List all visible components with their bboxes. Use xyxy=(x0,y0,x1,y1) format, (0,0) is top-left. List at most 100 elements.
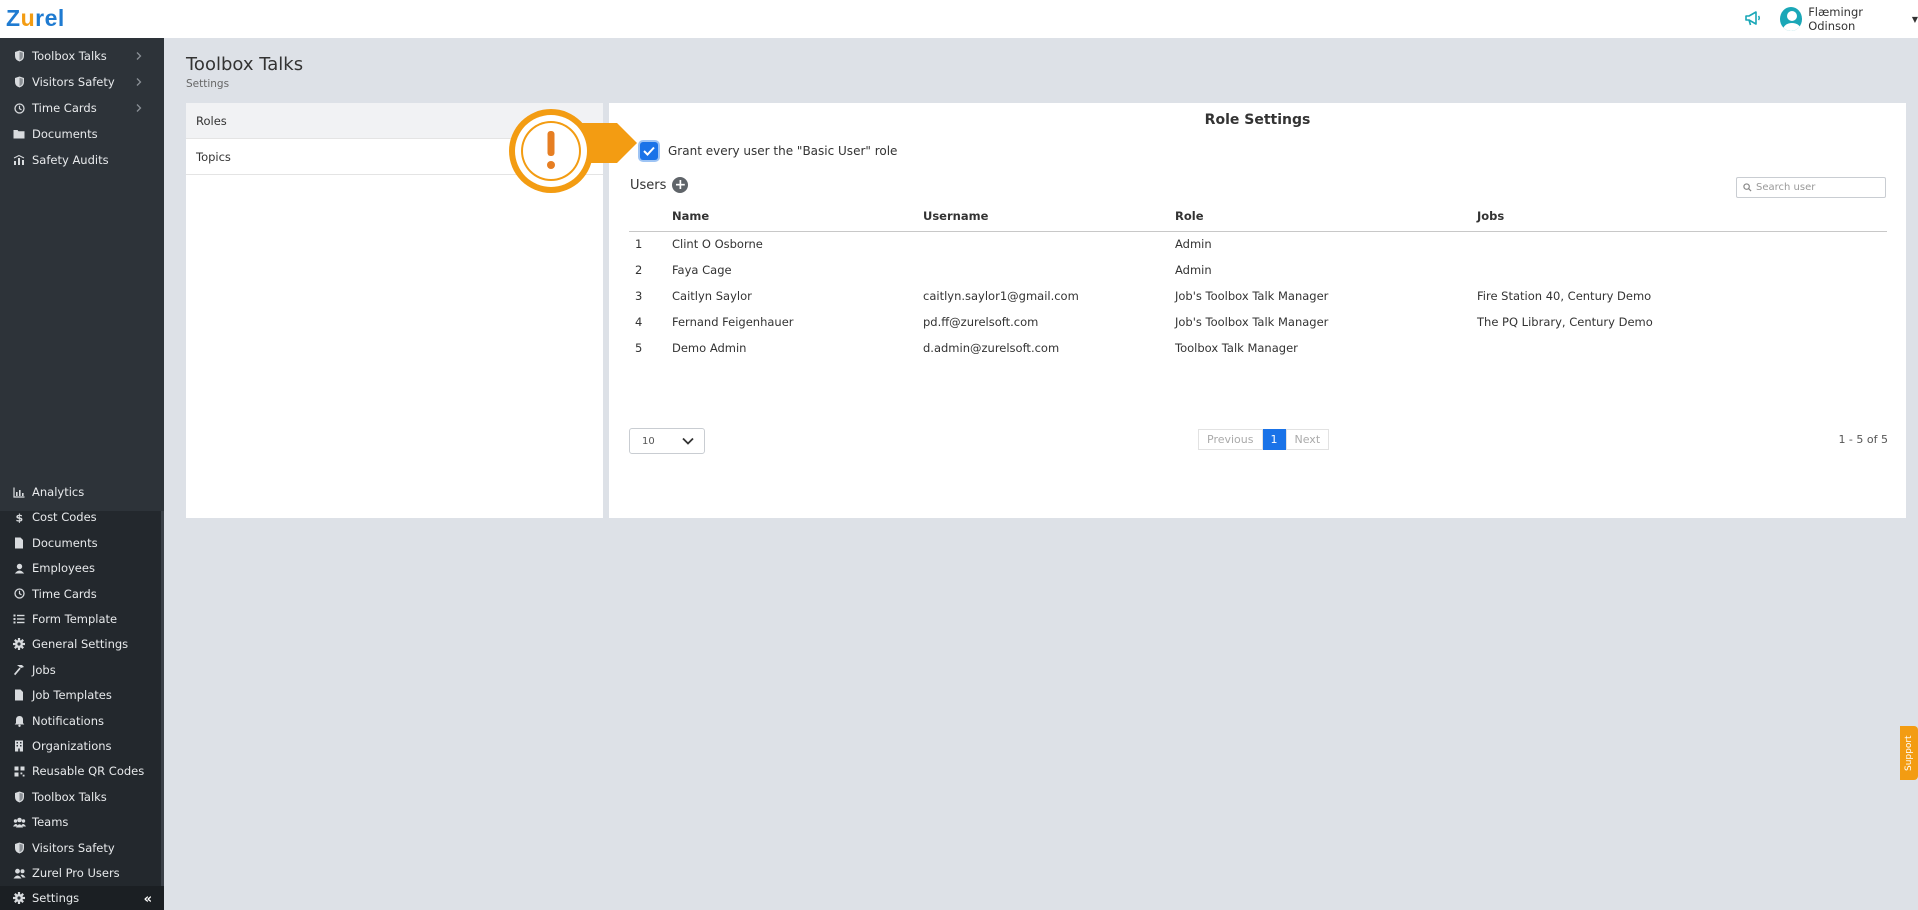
sidebar-item-visitors-safety[interactable]: Visitors Safety xyxy=(0,836,160,860)
cell-username: d.admin@zurelsoft.com xyxy=(923,341,1060,355)
sidebar-item-reusable-qr-codes[interactable]: Reusable QR Codes xyxy=(0,759,160,783)
bell-icon xyxy=(11,715,27,727)
cell-jobs xyxy=(1477,335,1887,361)
gear-icon xyxy=(11,638,27,651)
previous-page-button[interactable]: Previous xyxy=(1198,429,1263,450)
tab-label: Topics xyxy=(196,149,231,164)
sidebar-item-job-templates[interactable]: Job Templates xyxy=(0,683,160,707)
table-row[interactable]: 1 Clint O Osborne Admin xyxy=(629,231,1887,257)
sidebar-item-label: Documents xyxy=(32,127,98,141)
file-icon xyxy=(11,537,27,549)
cell-jobs xyxy=(1477,231,1887,257)
sidebar-item-jobs[interactable]: Jobs xyxy=(0,658,160,682)
cell-username xyxy=(923,231,1175,257)
next-page-button[interactable]: Next xyxy=(1285,429,1330,450)
add-user-button[interactable]: + xyxy=(672,177,689,193)
row-number: 3 xyxy=(635,289,643,303)
page-1-button[interactable]: 1 xyxy=(1262,429,1286,450)
cell-name: Faya Cage xyxy=(672,263,732,277)
sidebar-item-label: Safety Audits xyxy=(32,153,109,167)
sidebar-item-label: Job Templates xyxy=(32,688,112,703)
sidebar-item-visitors-safety[interactable]: Visitors Safety xyxy=(0,70,160,94)
search-icon xyxy=(1743,183,1752,192)
search-input[interactable] xyxy=(1756,182,1876,193)
cell-jobs: Fire Station 40, Century Demo xyxy=(1477,289,1652,303)
pagination-range: 1 - 5 of 5 xyxy=(1838,433,1888,446)
cell-username xyxy=(923,257,1175,283)
chart-icon xyxy=(11,487,27,498)
warning-callout-icon xyxy=(509,109,637,193)
col-jobs[interactable]: Jobs xyxy=(1477,201,1887,232)
sidebar-item-label: Reusable QR Codes xyxy=(32,764,145,779)
cell-role: Admin xyxy=(1175,237,1212,252)
zurel-logo[interactable]: Zurel xyxy=(6,5,65,32)
sidebar-item-toolbox-talks[interactable]: Toolbox Talks xyxy=(0,785,160,809)
col-name[interactable]: Name xyxy=(672,201,923,232)
user-icon xyxy=(11,563,27,574)
cell-username: pd.ff@zurelsoft.com xyxy=(923,315,1039,329)
hammer-icon xyxy=(11,664,27,676)
shield-icon xyxy=(11,50,27,62)
search-box xyxy=(1736,177,1886,198)
sidebar-item-zurel-pro-users[interactable]: Zurel Pro Users xyxy=(0,861,160,885)
sidebar-item-time-cards[interactable]: Time Cards xyxy=(0,96,160,120)
sidebar-item-label: Documents xyxy=(32,535,98,550)
sidebar-item-general-settings[interactable]: General Settings xyxy=(0,632,160,656)
clock-icon xyxy=(11,102,27,114)
role-settings-panel: Role Settings Grant every user the "Basi… xyxy=(609,103,1906,518)
page-size-select[interactable]: 10 xyxy=(629,428,705,454)
row-number: 2 xyxy=(635,263,643,277)
sidebar-item-safety-audits[interactable]: Safety Audits xyxy=(0,148,160,172)
sidebar-item-organizations[interactable]: Organizations xyxy=(0,734,160,758)
table-row[interactable]: 3 Caitlyn Saylor caitlyn.saylor1@gmail.com… xyxy=(629,283,1887,309)
row-number: 1 xyxy=(635,237,643,252)
gear-icon xyxy=(11,892,27,905)
sidebar-item-label: General Settings xyxy=(32,637,129,652)
sidebar-item-label: Visitors Safety xyxy=(32,75,115,89)
building-icon xyxy=(11,740,27,752)
page-subtitle: Settings xyxy=(186,78,230,90)
cell-role: Toolbox Talk Manager xyxy=(1175,341,1298,355)
table-row[interactable]: 2 Faya Cage Admin xyxy=(629,257,1887,283)
grant-label: Grant every user the "Basic User" role xyxy=(668,144,898,158)
avatar xyxy=(1780,7,1803,31)
collapse-sidebar-icon[interactable]: « xyxy=(144,892,152,907)
cell-role: Job's Toolbox Talk Manager xyxy=(1175,315,1329,329)
table-row[interactable]: 5 Demo Admin d.admin@zurelsoft.com Toolbox … xyxy=(629,335,1887,361)
user-menu[interactable]: Flæmingr Odinson ▼ xyxy=(1780,5,1918,33)
sidebar-item-documents[interactable]: Documents xyxy=(0,122,160,146)
sidebar-item-label: Toolbox Talks xyxy=(32,789,107,804)
shield-icon xyxy=(11,842,27,854)
row-number: 4 xyxy=(635,315,643,329)
users-table: Name Username Role Jobs 1 Clint O Osborne… xyxy=(629,201,1887,361)
sidebar-item-label: Settings xyxy=(32,891,80,906)
table-row[interactable]: 4 Fernand Feigenhauer pd.ff@zurelsoft.com J… xyxy=(629,309,1887,335)
audit-icon xyxy=(11,154,27,166)
megaphone-icon[interactable] xyxy=(1744,9,1764,27)
sidebar-item-label: Jobs xyxy=(32,662,56,677)
sidebar-item-documents[interactable]: Documents xyxy=(0,531,160,555)
sidebar-item-label: Time Cards xyxy=(32,586,97,601)
sidebar-item-cost-codes[interactable]: $ Cost Codes xyxy=(0,505,160,529)
sidebar-item-settings[interactable]: Settings « xyxy=(0,886,164,910)
shield-icon xyxy=(11,76,27,88)
sidebar-item-analytics[interactable]: Analytics xyxy=(0,480,160,504)
support-tab[interactable]: Support xyxy=(1900,726,1918,780)
sidebar-item-label: Analytics xyxy=(32,485,85,499)
sidebar-item-teams[interactable]: Teams xyxy=(0,810,160,834)
sidebar-item-label: Form Template xyxy=(32,612,118,626)
shield-icon xyxy=(11,791,27,803)
tab-label: Roles xyxy=(196,113,227,128)
cell-name: Fernand Feigenhauer xyxy=(672,315,794,329)
sidebar-item-toolbox-talks[interactable]: Toolbox Talks xyxy=(0,44,160,68)
folder-icon xyxy=(11,129,27,139)
col-username[interactable]: Username xyxy=(923,201,1175,232)
sidebar-item-notifications[interactable]: Notifications xyxy=(0,709,160,733)
sidebar-item-employees[interactable]: Employees xyxy=(0,556,160,580)
sidebar-item-label: Teams xyxy=(32,815,69,830)
row-number: 5 xyxy=(635,341,643,355)
sidebar-item-time-cards[interactable]: Time Cards xyxy=(0,582,160,606)
cell-jobs xyxy=(1477,257,1887,283)
col-role[interactable]: Role xyxy=(1175,201,1477,232)
sidebar-item-form-template[interactable]: Form Template xyxy=(0,607,160,631)
